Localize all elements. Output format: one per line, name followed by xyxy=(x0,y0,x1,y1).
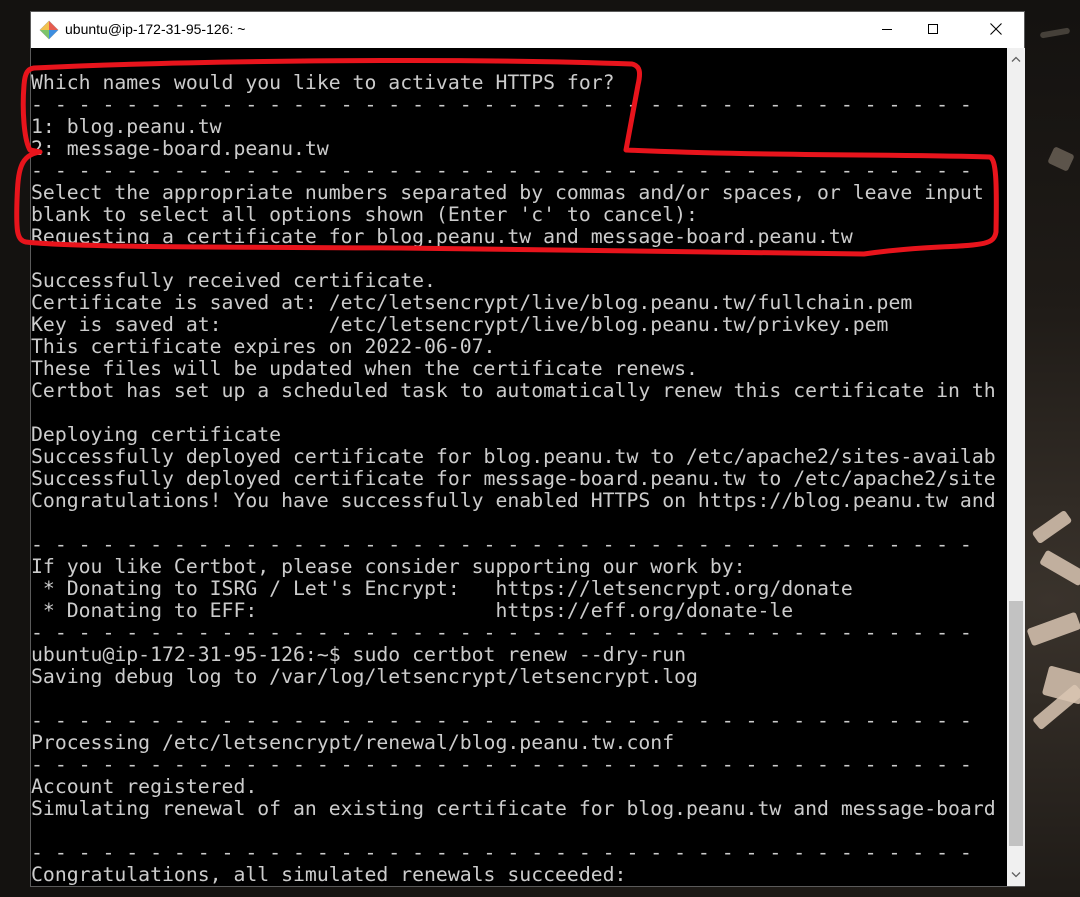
wallpaper-decoration xyxy=(1031,509,1073,545)
terminal-line: These files will be updated when the cer… xyxy=(31,357,698,380)
terminal-line: - - - - - - - - - - - - - - - - - - - - … xyxy=(31,533,972,556)
terminal-line: Successfully received certificate. xyxy=(31,269,436,292)
terminal-line: Requesting a certificate for blog.peanu.… xyxy=(31,225,853,248)
terminal-line: 1: blog.peanu.tw xyxy=(31,115,222,138)
terminal-line: Successfully deployed certificate for bl… xyxy=(31,445,996,468)
terminal-line: - - - - - - - - - - - - - - - - - - - - … xyxy=(31,841,972,864)
chevron-up-icon xyxy=(1011,56,1021,62)
maximize-icon xyxy=(928,24,938,34)
terminal-line: Deploying certificate xyxy=(31,423,282,446)
wallpaper-decoration xyxy=(1039,549,1080,587)
terminal-line: * Donating to ISRG / Let's Encrypt: http… xyxy=(31,577,853,600)
terminal-window: ubuntu@ip-172-31-95-126: ~ Which names w… xyxy=(30,11,1025,887)
scrollbar-thumb[interactable] xyxy=(1009,601,1023,846)
terminal-line: Congratulations! You have successfully e… xyxy=(31,489,996,512)
terminal-line: Which names would you like to activate H… xyxy=(31,71,615,94)
terminal-line: Key is saved at: /etc/letsencrypt/live/b… xyxy=(31,313,889,336)
close-icon xyxy=(990,23,1002,35)
putty-app-icon xyxy=(39,20,59,40)
terminal-line: Saving debug log to /var/log/letsencrypt… xyxy=(31,665,698,688)
title-bar[interactable]: ubuntu@ip-172-31-95-126: ~ xyxy=(31,12,1024,48)
terminal-line: Account registered. xyxy=(31,775,258,798)
terminal-line: If you like Certbot, please consider sup… xyxy=(31,555,746,578)
minimize-button[interactable] xyxy=(864,12,910,46)
terminal-line: - - - - - - - - - - - - - - - - - - - - … xyxy=(31,93,972,116)
terminal-line: - - - - - - - - - - - - - - - - - - - - … xyxy=(31,159,972,182)
minimize-icon xyxy=(882,29,892,30)
terminal-line: ubuntu@ip-172-31-95-126:~$ sudo certbot … xyxy=(31,643,687,666)
scroll-up-button[interactable] xyxy=(1007,50,1025,68)
wallpaper-decoration xyxy=(1026,611,1080,647)
chevron-down-icon xyxy=(1011,872,1021,878)
terminal-line: Processing /etc/letsencrypt/renewal/blog… xyxy=(31,731,675,754)
terminal-line: Successfully deployed certificate for me… xyxy=(31,467,996,490)
terminal-line: - - - - - - - - - - - - - - - - - - - - … xyxy=(31,621,972,644)
terminal-line: * Donating to EFF: https://eff.org/donat… xyxy=(31,599,794,622)
terminal-line: This certificate expires on 2022-06-07. xyxy=(31,335,496,358)
terminal-line: Certificate is saved at: /etc/letsencryp… xyxy=(31,291,913,314)
close-button[interactable] xyxy=(973,12,1019,46)
vertical-scrollbar[interactable] xyxy=(1007,48,1025,886)
terminal-line: - - - - - - - - - - - - - - - - - - - - … xyxy=(31,709,972,732)
wallpaper-decoration xyxy=(1047,146,1075,172)
terminal-line: Certbot has set up a scheduled task to a… xyxy=(31,379,996,402)
terminal-line: Congratulations, all simulated renewals … xyxy=(31,863,627,886)
terminal-line: Select the appropriate numbers separated… xyxy=(31,181,984,204)
scroll-down-button[interactable] xyxy=(1007,866,1025,884)
window-title: ubuntu@ip-172-31-95-126: ~ xyxy=(65,21,246,37)
maximize-button[interactable] xyxy=(910,12,956,46)
wallpaper-decoration xyxy=(1039,27,1071,39)
terminal-line: - - - - - - - - - - - - - - - - - - - - … xyxy=(31,753,972,776)
terminal-line: Simulating renewal of an existing certif… xyxy=(31,797,996,820)
terminal-line: 2: message-board.peanu.tw xyxy=(31,137,329,160)
terminal-output[interactable]: Which names would you like to activate H… xyxy=(31,48,1007,886)
terminal-line: blank to select all options shown (Enter… xyxy=(31,203,698,226)
